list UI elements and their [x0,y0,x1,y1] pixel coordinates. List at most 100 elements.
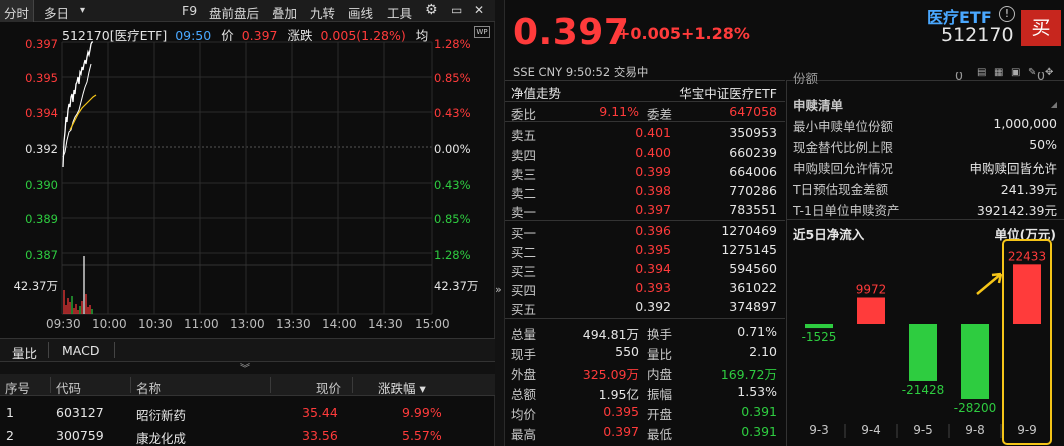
ask-row[interactable]: 卖四 0.400 660239 [505,143,785,163]
bid-row[interactable]: 买一 0.396 1270469 [505,221,785,241]
y-left-5: 0.389 [25,212,58,226]
sub-row-value: 申购赎回皆允许 [969,161,1057,176]
double-chevron-down-icon[interactable]: ︾ [240,360,250,375]
tab-overlay[interactable]: 叠加 [272,3,297,22]
col-change-pct[interactable]: 涨跌幅 ▾ [378,378,426,397]
subscription-panel: ▤ ▦ ▣ ✎ ✥ 份额 0 0 申赎清单 ◢ 最小申赎单位份额 1,000,00… [786,67,1064,446]
stat-row: 外盘 325.09万 内盘 169.72万 [505,362,785,382]
sub-row-label: T日预估现金差额 [793,182,889,197]
tab-f9[interactable]: F9 [182,3,197,18]
stat-label: 量比 [647,347,673,362]
ask-price: 0.397 [635,202,671,217]
buy-button[interactable]: 买 [1021,10,1061,46]
ask-row[interactable]: 卖三 0.399 664006 [505,162,785,182]
tab-macd[interactable]: MACD [62,343,99,358]
tab-pre-post-market[interactable]: 盘前盘后 [209,3,259,22]
row-index: 1 [6,405,14,420]
stat-value: 1.95亿 [598,387,639,402]
gear-icon[interactable]: ⚙ [425,2,438,18]
row-index: 2 [6,428,14,443]
panel-collapse-strip[interactable]: » [495,0,505,446]
divider [787,219,1064,220]
stat-row: 最高 0.397 最低 0.391 [505,422,785,442]
ask-row[interactable]: 卖一 0.397 783551 [505,200,785,220]
flow-bar-9-3 [805,324,833,329]
price-chart-svg [61,41,433,315]
x-tick-2: 10:30 [138,317,173,331]
bid-row[interactable]: 买四 0.393 361022 [505,278,785,298]
flow-category-label: 9-3 [809,423,829,437]
chevron-down-icon[interactable]: ▾ [80,5,85,16]
ask-vol: 350953 [729,125,777,140]
flow-category-label: 9-8 [965,423,985,437]
stat-value: 0.391 [741,404,777,419]
top-cut-zero: 0 [1037,72,1045,83]
stat-value: 550 [615,344,639,359]
x-tick-5: 13:30 [276,317,311,331]
tab-multi-day[interactable]: 多日 [44,3,69,22]
tab-nine-turn[interactable]: 九转 [310,3,335,22]
ask-row[interactable]: 卖二 0.398 770286 [505,181,785,201]
nav-trend-label[interactable]: 净值走势 [511,83,561,102]
flow-bar-9-4 [857,297,885,324]
bid-row[interactable]: 买三 0.394 594560 [505,259,785,279]
book-header: 净值走势 华宝中证医疗ETF [505,81,785,101]
market-meta: SSE CNY 9:50:52 交易中 [513,65,649,79]
y-right-2: 0.43% [434,106,471,120]
collapse-bar[interactable]: ︾ [0,360,495,375]
bid-row[interactable]: 买五 0.392 374897 [505,297,785,317]
row-code: 603127 [56,405,104,420]
col-price[interactable]: 现价 [316,378,341,397]
tab-intraday[interactable]: 分时 [0,0,35,22]
y-left-0: 0.397 [25,37,58,51]
y-left-6: 0.387 [25,248,58,262]
tab-volume-ratio[interactable]: 量比 [12,343,37,362]
table-row[interactable]: 2 300759 康龙化成 33.56 5.57% [0,424,495,446]
x-tick-4: 13:00 [230,317,265,331]
x-tick-0: 09:30 [46,317,81,331]
row-code: 300759 [56,428,104,443]
table-row[interactable]: 1 603127 昭衍新药 35.44 9.99% [0,401,495,424]
row-price: 33.56 [302,428,338,443]
stat-label: 外盘 [511,367,537,382]
window-icon[interactable]: ▭ [451,3,462,17]
x-tick-6: 14:00 [322,317,357,331]
stat-label: 振幅 [647,387,673,402]
sub-row-label: 最小申赎单位份额 [793,119,894,134]
flow-category-label: 9-5 [913,423,933,437]
net-inflow-chart: -1525 9-3 9972 9-4 -21428 9-5 -28200 9-8 22433 9-… [802,239,1052,445]
flow-category-label: 9-9 [1017,423,1037,437]
close-icon[interactable]: ✕ [474,3,484,17]
bid-price: 0.393 [635,280,671,295]
col-index[interactable]: 序号 [5,378,30,397]
stat-value: 169.72万 [720,367,777,382]
x-tick-3: 11:00 [184,317,219,331]
tab-tools[interactable]: 工具 [387,3,412,22]
info-icon[interactable]: ! [999,6,1015,22]
sub-row-value: 50% [1029,137,1057,152]
y-left-4: 0.390 [25,178,58,192]
tab-draw-line[interactable]: 画线 [348,3,373,22]
bid-row[interactable]: 买二 0.395 1275145 [505,240,785,260]
y-right-3: 0.00% [434,142,471,156]
bid-price: 0.394 [635,261,671,276]
stat-value: 1.53% [737,384,777,399]
stat-row: 总量 494.81万 换手 0.71% [505,322,785,342]
vol-left-label: 42.37万 [13,279,58,293]
flow-value-label: -1525 [802,330,837,344]
y-right-5: 0.85% [434,212,471,226]
col-name[interactable]: 名称 [136,378,161,397]
double-chevron-right-icon[interactable]: » [495,283,502,296]
flow-bar-9-9 [1013,264,1041,324]
ask-row[interactable]: 卖五 0.401 350953 [505,123,785,143]
col-code[interactable]: 代码 [56,378,81,397]
ask-vol: 660239 [729,145,777,160]
quote-panel: 0.397 +0.005 +1.28% SSE CNY 9:50:52 交易中 … [505,0,1064,446]
x-tick-8: 15:00 [415,317,450,331]
ask-label: 卖五 [511,128,537,143]
stat-label: 开盘 [647,407,673,422]
row-change-pct: 9.99% [402,405,442,420]
last-price: 0.397 [513,12,630,53]
ask-price: 0.398 [635,183,671,198]
stat-value: 0.397 [603,424,639,439]
